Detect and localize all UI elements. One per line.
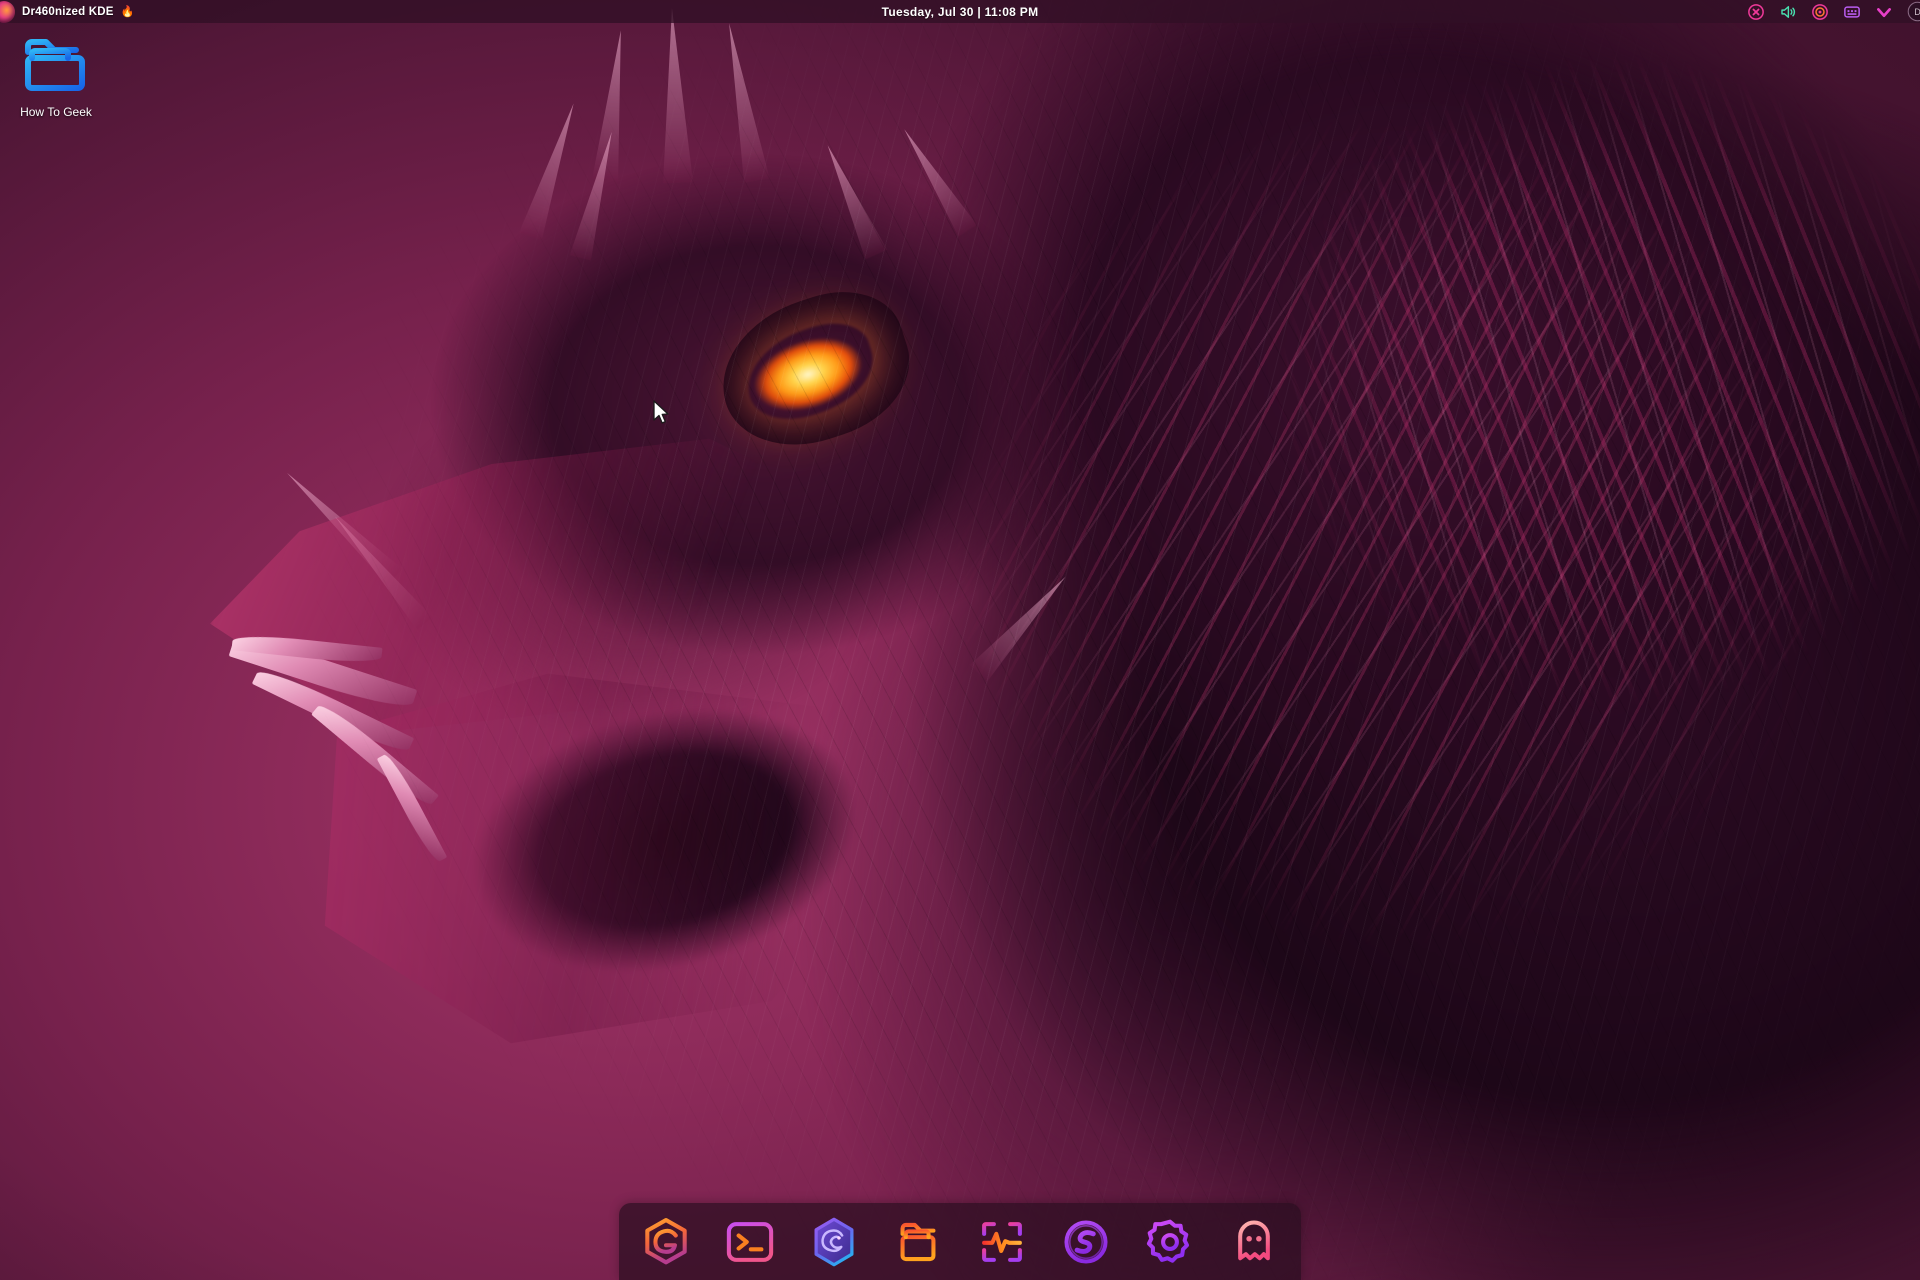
folder-icon <box>20 34 92 103</box>
disc-icon[interactable] <box>1811 0 1829 23</box>
dock-item-sublime-text[interactable] <box>1055 1211 1117 1273</box>
system-tray: D <box>1747 0 1920 23</box>
fire-emoji-icon: 🔥 <box>120 6 135 18</box>
desktop-environment-title: Dr460nized KDE <box>22 5 114 18</box>
sublime-text-icon <box>1060 1216 1112 1268</box>
dock-item-firedragon[interactable] <box>803 1211 865 1273</box>
settings-gear-icon <box>1144 1216 1196 1268</box>
firedragon-browser-icon <box>808 1216 860 1268</box>
user-avatar-icon[interactable]: D <box>1907 0 1920 23</box>
keyboard-layout-icon[interactable] <box>1843 0 1861 23</box>
terminal-icon <box>724 1216 776 1268</box>
mouse-pointer <box>653 400 669 424</box>
chevron-down-icon[interactable] <box>1875 0 1893 23</box>
dock-item-ghost-app[interactable] <box>1223 1211 1285 1273</box>
desktop-wallpaper[interactable] <box>0 0 1920 1280</box>
close-circle-icon[interactable] <box>1747 0 1765 23</box>
system-monitor-icon <box>976 1216 1028 1268</box>
dock-item-garuda-menu[interactable] <box>635 1211 697 1273</box>
desktop-icon-label: How To Geek <box>20 105 92 119</box>
ghost-app-icon <box>1228 1216 1280 1268</box>
desktop-screen: How To Geek Dr460nized KDE 🔥 Tuesday, Ju… <box>0 0 1920 1280</box>
dock-item-file-manager[interactable] <box>887 1211 949 1273</box>
dock-item-settings[interactable] <box>1139 1211 1201 1273</box>
volume-icon[interactable] <box>1779 0 1797 23</box>
panel-clock[interactable]: Tuesday, Jul 30 | 11:08 PM <box>882 5 1039 19</box>
garuda-logo-icon[interactable] <box>0 0 15 23</box>
wallpaper-vignette <box>0 0 1920 1280</box>
svg-text:D: D <box>1914 7 1920 17</box>
top-panel-left: Dr460nized KDE 🔥 <box>0 0 135 23</box>
dock-item-terminal[interactable] <box>719 1211 781 1273</box>
file-manager-icon <box>892 1216 944 1268</box>
desktop-icon-how-to-geek[interactable]: How To Geek <box>8 34 104 119</box>
garuda-menu-icon <box>640 1216 692 1268</box>
dock-item-system-monitor[interactable] <box>971 1211 1033 1273</box>
top-panel: Dr460nized KDE 🔥 Tuesday, Jul 30 | 11:08… <box>0 0 1920 23</box>
dock-panel <box>619 1203 1301 1280</box>
